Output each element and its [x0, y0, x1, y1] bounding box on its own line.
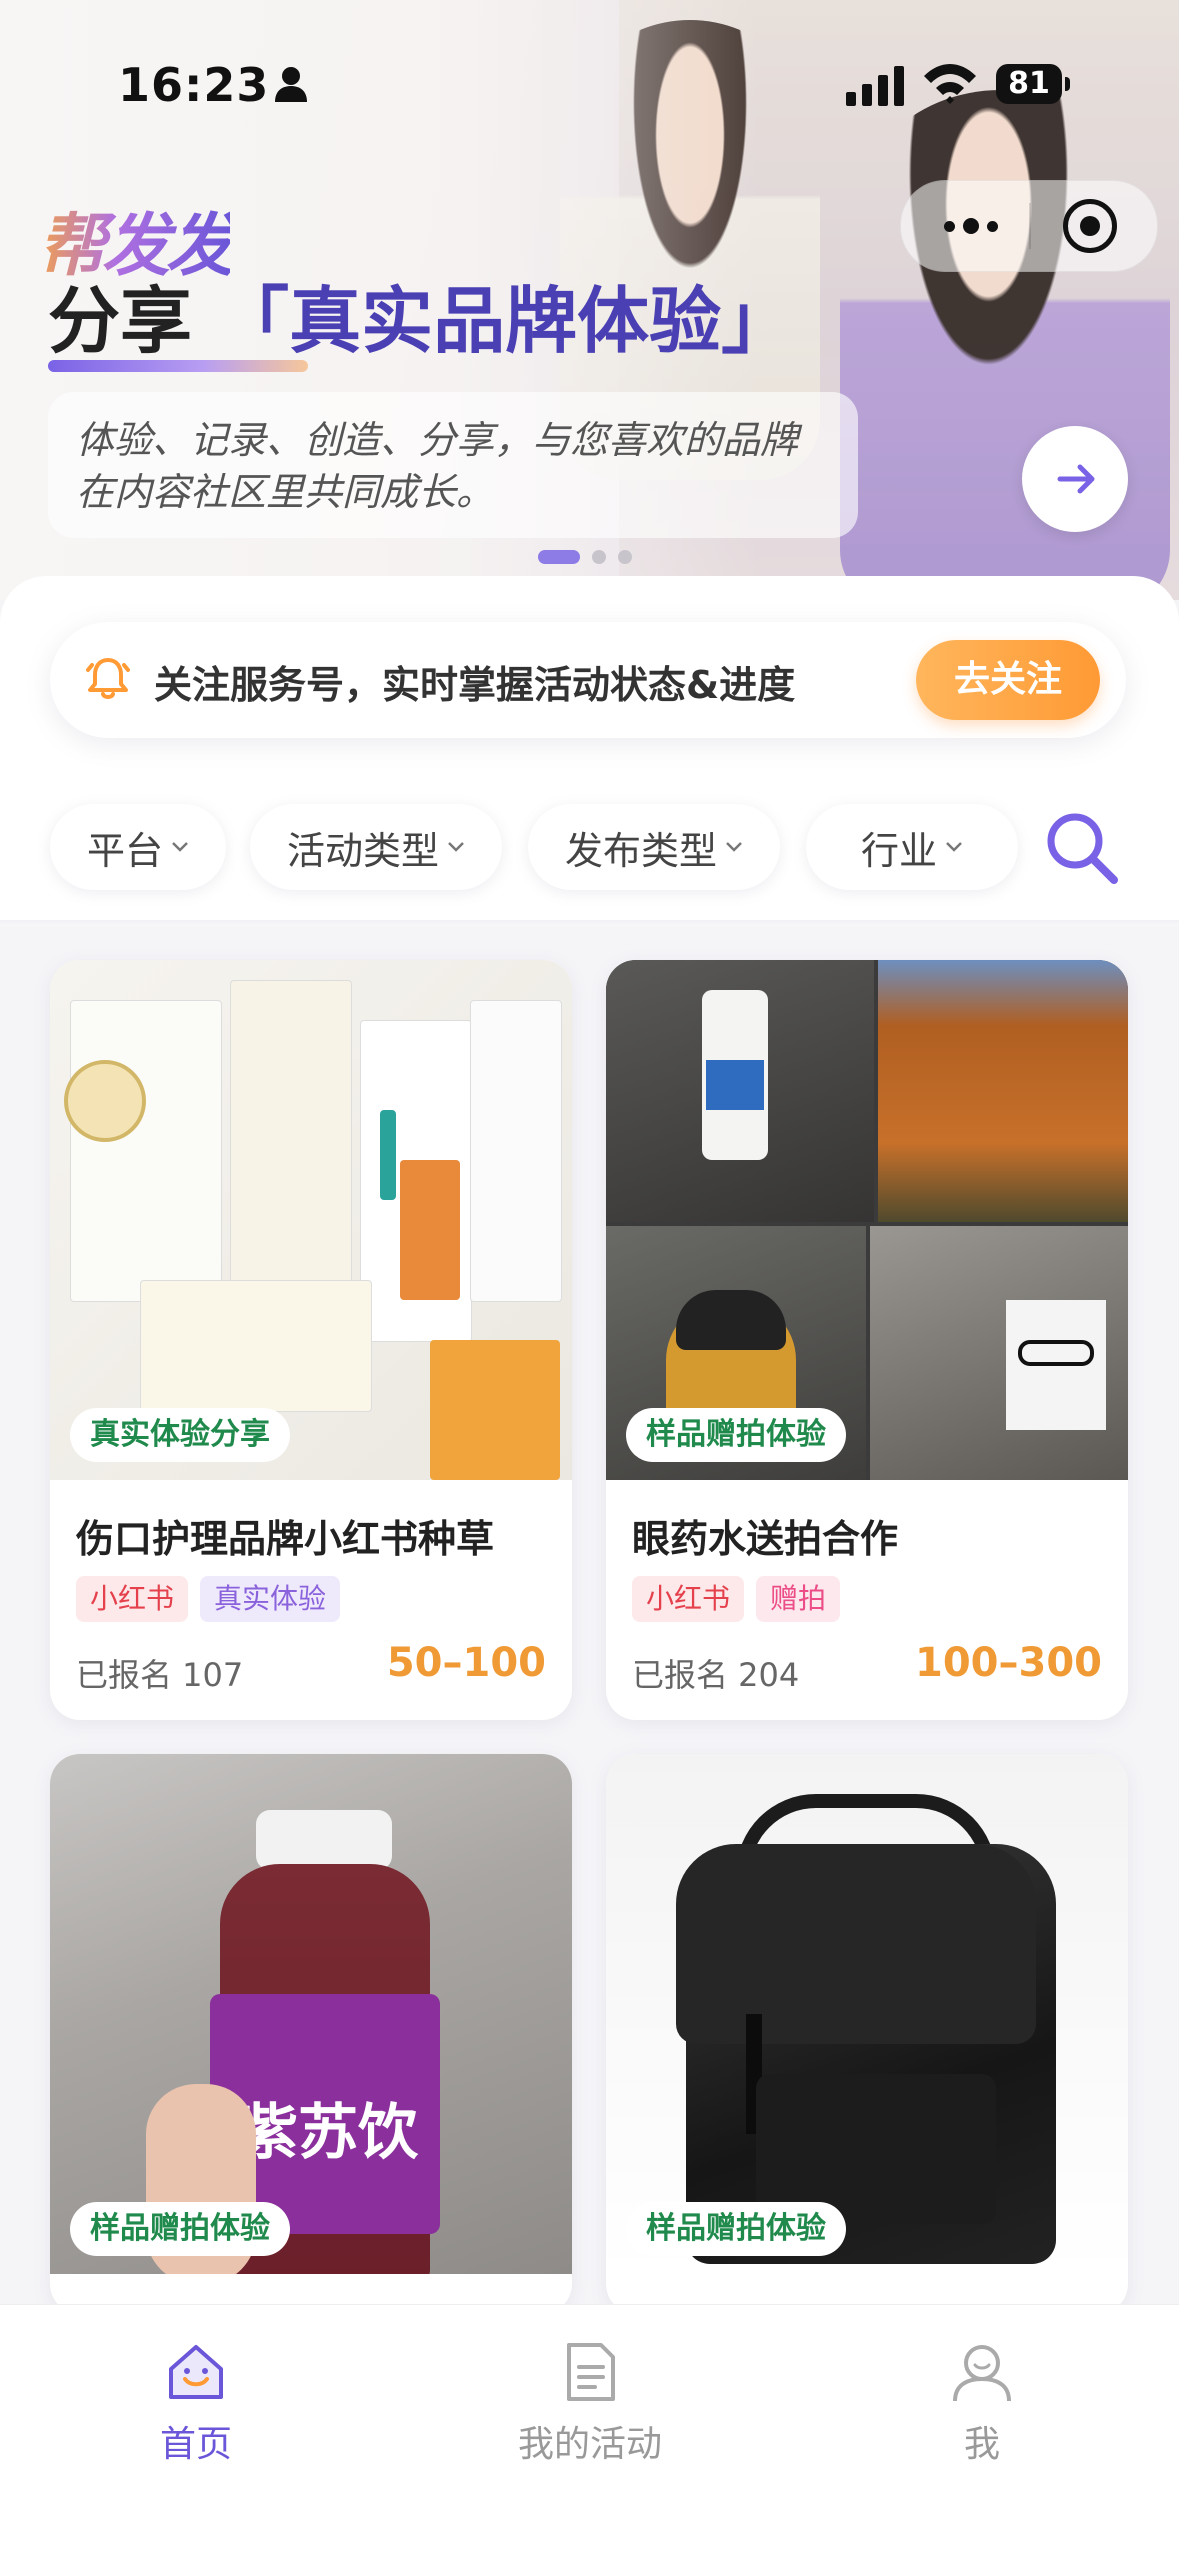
platform-tag: 小红书 — [76, 1576, 189, 1622]
banner-description: 体验、记录、创造、分享，与您喜欢的品牌 在内容社区里共同成长。 — [48, 392, 858, 538]
activity-card[interactable]: 样品赠拍体验 — [606, 1754, 1128, 2314]
activity-tags: 小红书 真实体验 — [76, 1576, 341, 1622]
cellular-signal-icon — [846, 66, 904, 106]
profile-icon — [953, 2345, 1011, 2402]
follow-button[interactable]: 去关注 — [916, 640, 1100, 720]
reward-range: 100–300 — [915, 1640, 1102, 1686]
banner-next-button[interactable] — [1022, 426, 1128, 532]
bell-icon — [86, 658, 130, 699]
platform-tag: 小红书 — [632, 1576, 745, 1622]
person-icon — [275, 67, 307, 102]
type-tag: 真实体验 — [200, 1576, 341, 1622]
tab-home[interactable]: 首页 — [96, 2339, 296, 2467]
filter-industry[interactable]: 行业 — [806, 804, 1018, 890]
activity-image — [606, 960, 1128, 1480]
tab-profile[interactable]: 我 — [882, 2339, 1082, 2467]
carousel-indicator — [538, 550, 632, 564]
home-icon — [169, 2345, 223, 2399]
reward-range: 50–100 — [386, 1640, 546, 1686]
product-label: 紫苏饮 — [238, 2098, 418, 2168]
activity-image — [606, 1754, 1128, 2274]
status-bar: 16:23 81 — [0, 0, 1179, 170]
signup-count: 已报名 204 — [632, 1656, 800, 1694]
filter-bar: 平台 活动类型 发布类型 行业 — [0, 800, 1179, 900]
activity-type-badge: 样品赠拍体验 — [626, 1408, 846, 1462]
close-miniprogram-button[interactable] — [1063, 199, 1117, 253]
miniprogram-capsule — [900, 180, 1158, 272]
arrow-right-icon — [1057, 464, 1095, 494]
activity-card[interactable]: 样品赠拍体验 眼药水送拍合作 小红书 赠拍 已报名 204 100–300 — [606, 960, 1128, 1720]
chevron-down-icon — [726, 842, 742, 852]
filter-platform[interactable]: 平台 — [50, 804, 226, 890]
activity-type-badge: 真实体验分享 — [70, 1408, 290, 1462]
battery-indicator: 81 — [996, 64, 1070, 104]
type-tag: 赠拍 — [756, 1576, 841, 1622]
tab-my-activities[interactable]: 我的活动 — [490, 2339, 690, 2467]
wifi-icon — [924, 64, 976, 104]
status-time: 16:23 — [118, 58, 270, 112]
chevron-down-icon — [172, 842, 188, 852]
more-options-button[interactable] — [931, 181, 1011, 271]
activity-image — [50, 960, 572, 1480]
chevron-down-icon — [448, 842, 464, 852]
chevron-down-icon — [946, 842, 962, 852]
activity-type-badge: 样品赠拍体验 — [70, 2202, 290, 2256]
bottom-tab-bar: 首页 我的活动 我 — [0, 2304, 1179, 2557]
activity-image: 紫苏饮 — [50, 1754, 572, 2274]
notice-text: 关注服务号，实时掌握活动状态&进度 — [154, 663, 796, 707]
activity-card[interactable]: 真实体验分享 伤口护理品牌小红书种草 小红书 真实体验 已报名 107 50–1… — [50, 960, 572, 1720]
activity-card[interactable]: 紫苏饮 样品赠拍体验 — [50, 1754, 572, 2314]
filter-publish-type[interactable]: 发布类型 — [528, 804, 780, 890]
activity-title: 伤口护理品牌小红书种草 — [76, 1517, 495, 1561]
activity-type-badge: 样品赠拍体验 — [626, 2202, 846, 2256]
document-icon — [567, 2343, 615, 2401]
filter-activity-type[interactable]: 活动类型 — [250, 804, 502, 890]
search-icon[interactable] — [1042, 808, 1122, 888]
headline-underline — [48, 360, 308, 372]
follow-notice-bar: 关注服务号，实时掌握活动状态&进度 去关注 — [50, 622, 1126, 738]
signup-count: 已报名 107 — [76, 1656, 244, 1694]
activity-title: 眼药水送拍合作 — [632, 1517, 899, 1561]
activity-tags: 小红书 赠拍 — [632, 1576, 841, 1622]
banner-headline: 分享 「真实品牌体验」 — [48, 279, 794, 363]
